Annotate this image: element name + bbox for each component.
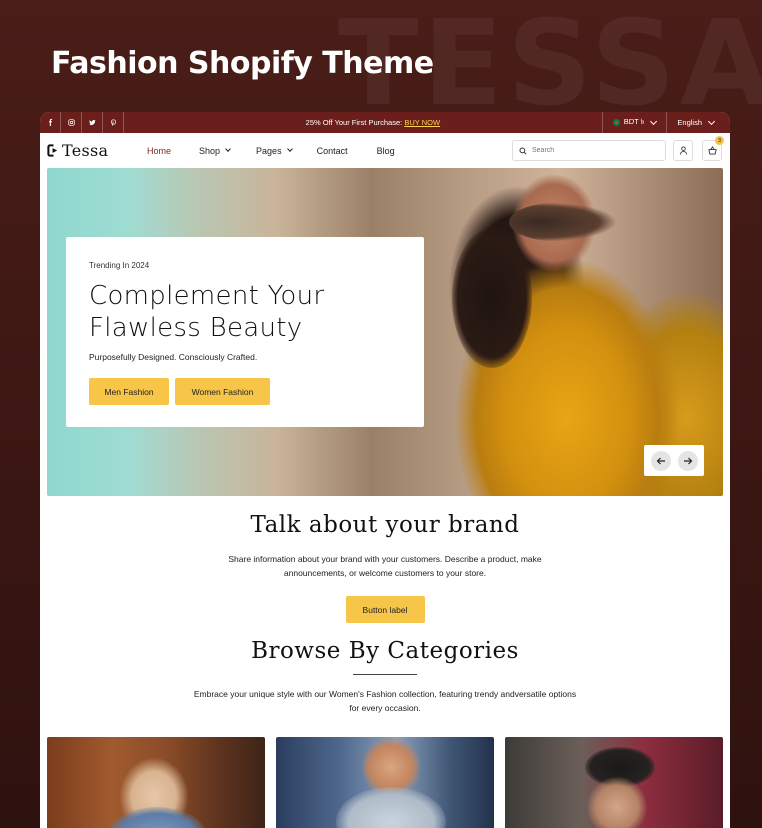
hero-title: Complement Your Flawless Beauty — [89, 280, 401, 344]
chevron-down-icon — [286, 146, 293, 152]
categories-section: Browse By Categories Embrace your unique… — [40, 638, 730, 715]
currency-selector[interactable]: BDT ৳ — [601, 112, 667, 133]
nav-contact-label: Contact — [316, 145, 348, 156]
brand-section: Talk about your brand Share information … — [40, 512, 730, 623]
brand-text: Share information about your brand with … — [228, 554, 542, 578]
cart-count-badge: 3 — [715, 136, 724, 145]
category-card-men[interactable] — [505, 737, 723, 828]
main-nav: Home Shop Pages Contact Blog — [147, 133, 395, 168]
instagram-icon[interactable] — [61, 112, 82, 133]
buy-now-link[interactable]: BUY NOW — [404, 118, 440, 127]
nav-blog[interactable]: Blog — [377, 146, 395, 156]
brand-title: Talk about your brand — [250, 512, 520, 538]
facebook-icon[interactable] — [40, 112, 61, 133]
nav-shop[interactable]: Shop — [199, 145, 231, 156]
account-button[interactable] — [673, 140, 693, 161]
categories-text: Embrace your unique style with our Women… — [193, 689, 577, 713]
categories-title: Browse By Categories — [251, 638, 519, 664]
announcement-bar: 25% Off Your First Purchase: BUY NOW BDT… — [40, 112, 730, 133]
brand-button[interactable]: Button label — [345, 596, 425, 623]
nav-pages-label: Pages — [256, 145, 282, 156]
logo[interactable]: Tessa — [47, 141, 108, 160]
announcement-text: 25% Off Your First Purchase: BUY NOW — [124, 118, 602, 127]
slider-arrows — [644, 445, 704, 476]
hero-eyebrow: Trending In 2024 — [89, 261, 150, 270]
women-fashion-button[interactable]: Women Fashion — [175, 378, 270, 405]
chevron-down-icon — [225, 146, 231, 152]
arrow-left-icon — [656, 457, 665, 464]
prev-slide-button[interactable] — [650, 450, 671, 471]
hero-image-sunglasses — [509, 202, 617, 242]
nav-blog-label: Blog — [376, 145, 395, 156]
social-links — [40, 112, 124, 133]
next-slide-button[interactable] — [677, 450, 698, 471]
arrow-right-icon — [683, 457, 692, 464]
browser-frame: 25% Off Your First Purchase: BUY NOW BDT… — [40, 112, 730, 828]
language-label: English — [677, 118, 702, 127]
basket-icon — [707, 146, 717, 155]
hero-buttons: Men Fashion Women Fashion — [89, 378, 401, 405]
logo-mark-icon — [47, 144, 58, 157]
men-fashion-button[interactable]: Men Fashion — [89, 378, 169, 405]
language-selector[interactable]: English — [666, 112, 730, 133]
hero-slider: Trending In 2024 Complement Your Flawles… — [47, 168, 723, 496]
chevron-down-icon — [650, 117, 658, 125]
search-input[interactable] — [532, 147, 652, 154]
nav-home-label: Home — [147, 145, 172, 156]
user-icon — [679, 146, 687, 155]
announcement-label: 25% Off Your First Purchase: — [305, 118, 403, 127]
hero-image-hair — [452, 228, 532, 368]
category-image-man — [587, 777, 647, 828]
nav-shop-label: Shop — [199, 145, 221, 156]
currency-label: BDT ৳ — [623, 116, 645, 126]
twitter-icon[interactable] — [82, 112, 103, 133]
search-icon — [519, 146, 527, 155]
nav-home[interactable]: Home — [147, 146, 171, 156]
logo-text: Tessa — [62, 141, 109, 160]
hero-subtitle: Purposefully Designed. Consciously Craft… — [89, 352, 258, 362]
title-divider — [353, 674, 417, 675]
cart-button[interactable]: 3 — [702, 136, 724, 161]
hero-title-line2: Flawless Beauty — [89, 313, 303, 343]
search-box[interactable] — [512, 140, 666, 161]
hero-title-line1: Complement Your — [89, 281, 325, 311]
nav-contact[interactable]: Contact — [317, 146, 348, 156]
bangladesh-flag-icon — [612, 119, 620, 126]
category-card-kids[interactable] — [47, 737, 265, 828]
nav-pages[interactable]: Pages — [256, 145, 293, 156]
chevron-down-icon — [707, 117, 716, 125]
promo-title: Fashion Shopify Theme — [51, 46, 434, 81]
category-card-women[interactable] — [276, 737, 494, 828]
category-image-woman-coat — [336, 787, 446, 828]
hero-card: Trending In 2024 Complement Your Flawles… — [66, 237, 424, 427]
site-header: Tessa Home Shop Pages Contact Blog Searc… — [40, 133, 730, 168]
pinterest-icon[interactable] — [103, 112, 124, 133]
